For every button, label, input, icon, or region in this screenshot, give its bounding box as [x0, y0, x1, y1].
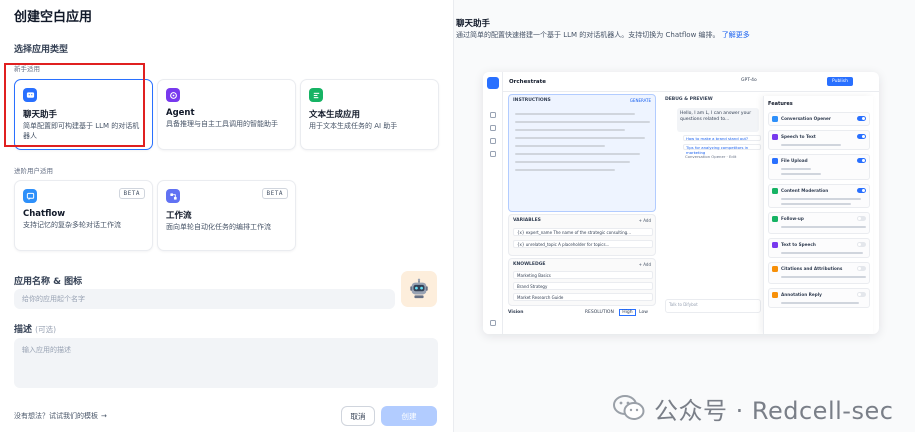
preview-feature-item: Content Moderation	[768, 184, 870, 208]
create-app-dialog: 创建空白应用 选择应用类型 新手适用 聊天助手 简单配置即可构建基于 LLM 的…	[0, 0, 453, 432]
card-desc: 用于文本生成任务的 AI 助手	[309, 122, 398, 130]
card-title: 文本生成应用	[309, 110, 361, 120]
preview-feature-item: Follow-up	[768, 212, 870, 234]
preview-feature-item: Speech to Text	[768, 130, 870, 150]
preview-nav-icon	[490, 125, 496, 131]
create-button[interactable]: 创建	[381, 406, 437, 426]
text-gen-icon	[309, 88, 323, 102]
beta-badge: BETA	[118, 188, 145, 199]
try-templates-link[interactable]: 没有想法？试试我们的模板 →	[14, 411, 107, 421]
wechat-logo-icon	[613, 395, 645, 420]
preview-orchestrate-title: Orchestrate	[509, 79, 546, 85]
preview-nav-icon	[490, 112, 496, 118]
description-label: 描述 (可选)	[14, 325, 57, 335]
arrow-right-icon: →	[101, 412, 107, 420]
watermark-text: 公众号 · Redcell-sec	[654, 396, 894, 425]
card-desc: 支持记忆的复杂多轮对话工作流	[23, 221, 121, 229]
preview-talk-input: Talk to Difybot	[665, 299, 761, 313]
preview-title: 聊天助手	[456, 19, 491, 29]
choose-type-label: 选择应用类型	[14, 45, 69, 55]
robot-icon	[410, 278, 428, 299]
preview-sidebar	[483, 72, 503, 334]
card-title: Agent	[166, 108, 195, 118]
preview-greeting-bubble: Hello, I am L, I can answer your questio…	[677, 108, 759, 132]
preview-collapse-icon	[490, 320, 496, 326]
preview-model-selector: GPT-4o	[741, 78, 757, 83]
app-icon-picker[interactable]	[401, 271, 437, 307]
workflow-icon	[166, 189, 180, 203]
preview-instructions-box: INSTRUCTIONS GENERATE	[508, 94, 656, 212]
card-title: Chatflow	[23, 209, 66, 219]
card-desc: 面向单轮自动化任务的编排工作流	[166, 223, 271, 231]
chatflow-icon	[23, 189, 37, 203]
learn-more-link[interactable]: 了解更多	[722, 31, 750, 39]
app-type-text-generator[interactable]: 文本生成应用 用于文本生成任务的 AI 助手	[300, 79, 439, 150]
preview-vision-row: Vision RESOLUTION High Low	[508, 309, 648, 316]
preview-generate: GENERATE	[629, 98, 651, 103]
preview-debug-panel: DEBUG & PREVIEW Hello, I am L, I can ans…	[663, 94, 763, 330]
app-type-chatflow[interactable]: BETA Chatflow 支持记忆的复杂多轮对话工作流	[14, 180, 153, 251]
preview-screenshot: Orchestrate GPT-4o Publish INSTRUCTIONS …	[483, 72, 879, 334]
preview-topbar	[503, 72, 879, 92]
dialog-title: 创建空白应用	[14, 10, 93, 25]
red-highlight-box	[4, 63, 145, 147]
preview-feature-item: Citations and Attributions	[768, 262, 870, 284]
preview-features-panel: Features Conversation Opener Speech to T…	[763, 96, 873, 334]
preview-feature-item: File Upload	[768, 154, 870, 180]
app-description-input[interactable]: 输入应用的描述	[14, 338, 438, 388]
preview-knowledge-section: KNOWLEDGE + Add Marketing Basics Brand S…	[508, 258, 656, 306]
preview-feature-item: Conversation Opener	[768, 112, 870, 126]
preview-feature-item: Annotation Reply	[768, 288, 870, 308]
app-name-input[interactable]: 给你的应用起个名字	[14, 289, 395, 309]
wechat-watermark: 公众号 · Redcell-sec	[612, 390, 893, 426]
preview-feature-item: Text to Speech	[768, 238, 870, 258]
cancel-button[interactable]: 取消	[341, 406, 375, 426]
agent-icon	[166, 88, 180, 102]
preview-publish-button: Publish	[827, 77, 853, 86]
preview-nav-icon	[490, 138, 496, 144]
beta-badge: BETA	[261, 188, 288, 199]
app-type-agent[interactable]: Agent 具备推理与自主工具调用的智能助手	[157, 79, 296, 150]
preview-app-logo-icon	[487, 77, 499, 89]
app-type-workflow[interactable]: BETA 工作流 面向单轮自动化任务的编排工作流	[157, 180, 296, 251]
name-icon-label: 应用名称 & 图标	[14, 277, 83, 287]
card-desc: 具备推理与自主工具调用的智能助手	[166, 120, 278, 128]
card-title: 工作流	[166, 211, 192, 221]
advanced-group-label: 进阶用户适用	[14, 167, 53, 175]
preview-description: 通过简单的配置快速搭建一个基于 LLM 的对话机器人。支持切换为 Chatflo…	[456, 31, 750, 39]
preview-variables-section: VARIABLES + Add {x} expert_name The name…	[508, 214, 656, 256]
preview-nav-icon	[490, 151, 496, 157]
